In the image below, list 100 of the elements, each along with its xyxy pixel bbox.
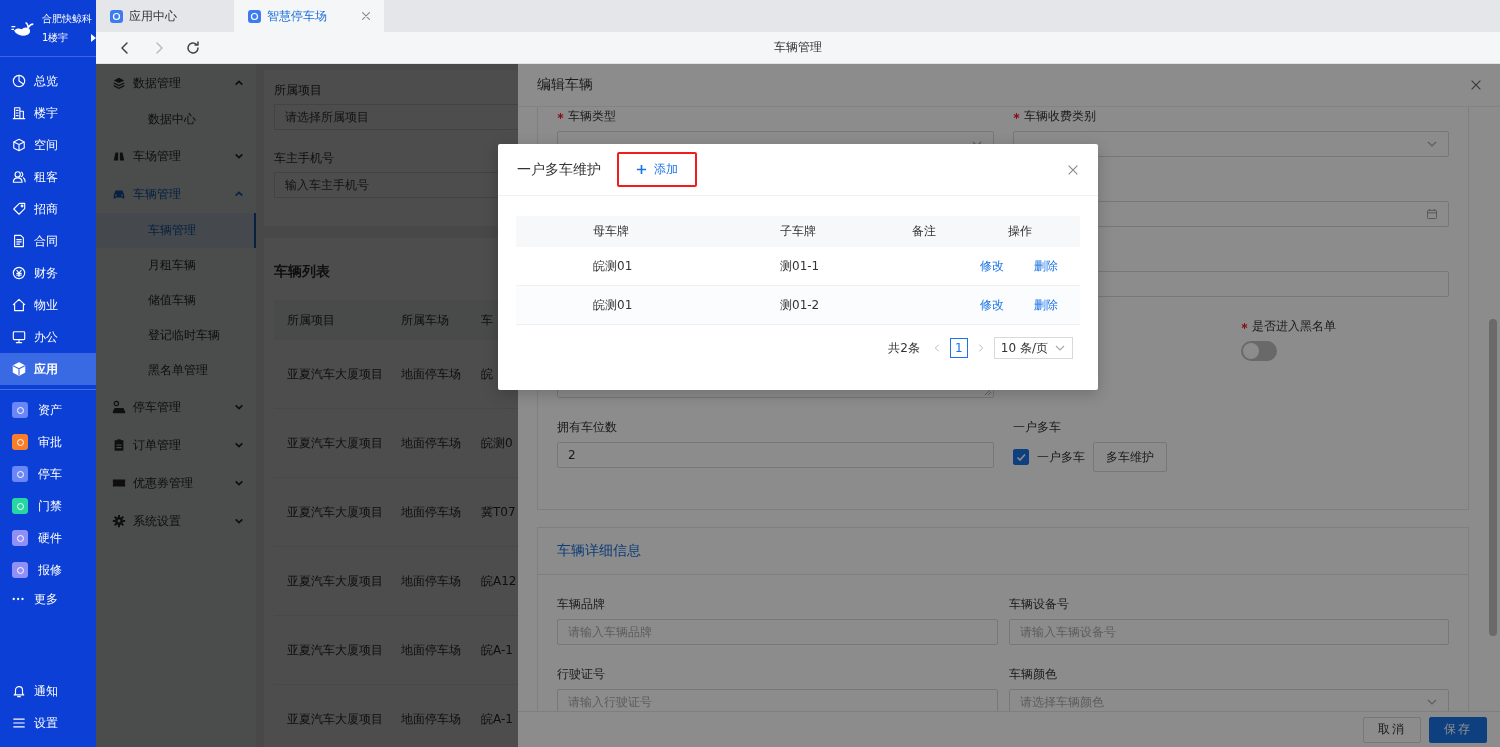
cube-icon (12, 138, 26, 152)
nav-item[interactable]: 设置 (0, 707, 96, 739)
menu-icon (12, 716, 26, 730)
nav-item[interactable]: 招商 (0, 193, 96, 225)
nav-item[interactable]: 办公 (0, 321, 96, 353)
page-size-select[interactable]: 10 条/页 (993, 337, 1073, 359)
close-icon[interactable] (1469, 78, 1483, 92)
page-button[interactable]: 1 (949, 338, 968, 358)
monitor-icon (12, 330, 26, 344)
nav-item[interactable]: 合同 (0, 225, 96, 257)
field-label: 行驶证号 (557, 666, 605, 683)
field-label: 所属项目 (274, 82, 322, 98)
field-label: 车辆颜色 (1008, 666, 1057, 683)
close-icon[interactable] (360, 10, 372, 22)
page-title: 车辆管理 (774, 39, 822, 56)
table-cell-text: 地面停车场 (401, 434, 462, 452)
field-label: 一户多车 (1012, 419, 1061, 436)
field-label: 是否进入黑名单 (1251, 318, 1336, 335)
table-cell-text: 亚夏汽车大厦项目 (287, 641, 384, 659)
add-button[interactable]: 添加 (617, 152, 697, 187)
nav-item[interactable]: 空间 (0, 129, 96, 161)
gear-icon (112, 514, 126, 528)
table-cell-text: 地面停车场 (401, 710, 462, 728)
app-logo-icon (110, 9, 123, 23)
table-cell: 皖A12 (481, 572, 517, 590)
table-cell: 皖A-1 (481, 710, 513, 728)
drawer-title: 编辑车辆 (537, 76, 593, 94)
maintain-button[interactable]: 多车维护 (1092, 442, 1167, 472)
checkbox[interactable] (1012, 449, 1029, 465)
nav-item[interactable]: 报修 (0, 554, 96, 586)
tab[interactable]: 智慧停车场 (234, 0, 384, 32)
table-cell-text: 亚夏汽车大厦项目 (287, 572, 384, 590)
cube-icon (12, 362, 26, 376)
dialog-title: 一户多车维护 (517, 160, 601, 179)
company-name: 合肥快鲸科 (42, 11, 93, 26)
tab[interactable]: 应用中心 (96, 0, 232, 32)
table-cell: 冀T07 (481, 503, 516, 521)
clipboard-icon (112, 438, 126, 452)
pie-chart-icon (12, 74, 26, 88)
tag-icon (12, 202, 26, 216)
nav-item[interactable]: 应用 (0, 353, 96, 385)
table-cell-text: 地面停车场 (401, 641, 462, 659)
document-icon (12, 234, 26, 248)
check-icon (1014, 451, 1027, 463)
plus-icon (636, 164, 647, 175)
nav-item[interactable]: 资产 (0, 394, 96, 426)
table-cell-text: 地面停车场 (401, 365, 462, 383)
table-cell-text: 皖测01 (592, 296, 634, 314)
total-count: 共2条 (888, 339, 920, 357)
table-cell-text: 测01-1 (780, 257, 821, 275)
section-title: 车辆列表 (274, 262, 330, 281)
layers-icon (112, 76, 126, 90)
reload-icon[interactable] (185, 39, 201, 56)
nav-item[interactable]: 租客 (0, 161, 96, 193)
delete-link[interactable]: 删除 (1034, 296, 1058, 314)
table-cell-text: 地面停车场 (401, 572, 462, 590)
building-icon (12, 106, 26, 120)
coin-icon (12, 266, 26, 280)
table-cell: 皖 (481, 365, 493, 383)
nav-item[interactable]: 通知 (0, 675, 96, 707)
whale-icon (10, 19, 36, 37)
field-label: 拥有车位数 (557, 419, 617, 436)
column-header: 备注 (912, 223, 937, 240)
nav-item[interactable]: 硬件 (0, 522, 96, 554)
app-logo-icon (248, 9, 261, 23)
nav-item[interactable]: 审批 (0, 426, 96, 458)
table-cell-text: 亚夏汽车大厦项目 (287, 434, 384, 452)
table-cell-text: 亚夏汽车大厦项目 (287, 365, 384, 383)
bell-icon (12, 684, 26, 698)
table-cell-text: 亚夏汽车大厦项目 (287, 503, 384, 521)
people-icon (12, 170, 26, 184)
field-label: 车辆设备号 (1008, 596, 1069, 613)
column-header: 子车牌 (780, 223, 817, 240)
building-switcher[interactable]: 1楼宇 (42, 30, 97, 45)
nav-item[interactable]: 财务 (0, 257, 96, 289)
calendar-icon (1426, 208, 1438, 220)
nav-item[interactable]: 物业 (0, 289, 96, 321)
car-icon (112, 400, 126, 414)
delete-link[interactable]: 删除 (1034, 257, 1058, 275)
table-cell-text: 亚夏汽车大厦项目 (287, 710, 384, 728)
save-button[interactable]: 保存 (1429, 716, 1487, 743)
column-header: 母车牌 (592, 223, 630, 240)
nav-item[interactable]: 停车 (0, 458, 96, 490)
resize-handle-icon (983, 388, 992, 396)
house-icon (12, 298, 26, 312)
cancel-button[interactable]: 取消 (1363, 716, 1421, 743)
field-label: 车辆类型 (568, 108, 616, 125)
edit-link[interactable]: 修改 (980, 296, 1004, 314)
checkbox-label: 一户多车 (1036, 448, 1085, 466)
edit-link[interactable]: 修改 (980, 257, 1004, 275)
scrollbar-thumb[interactable] (1489, 319, 1497, 636)
table-cell-text: 地面停车场 (401, 503, 462, 521)
nav-item[interactable]: 门禁 (0, 490, 96, 522)
column-header: 操作 (1007, 223, 1033, 240)
nav-item[interactable]: 总览 (0, 65, 96, 97)
toggle-switch[interactable] (1240, 341, 1277, 361)
input-field[interactable]: 2 (557, 442, 994, 468)
nav-item[interactable]: 楼宇 (0, 97, 96, 129)
table-cell: 皖A-1 (481, 641, 513, 659)
nav-item[interactable]: 更多 (0, 586, 96, 612)
